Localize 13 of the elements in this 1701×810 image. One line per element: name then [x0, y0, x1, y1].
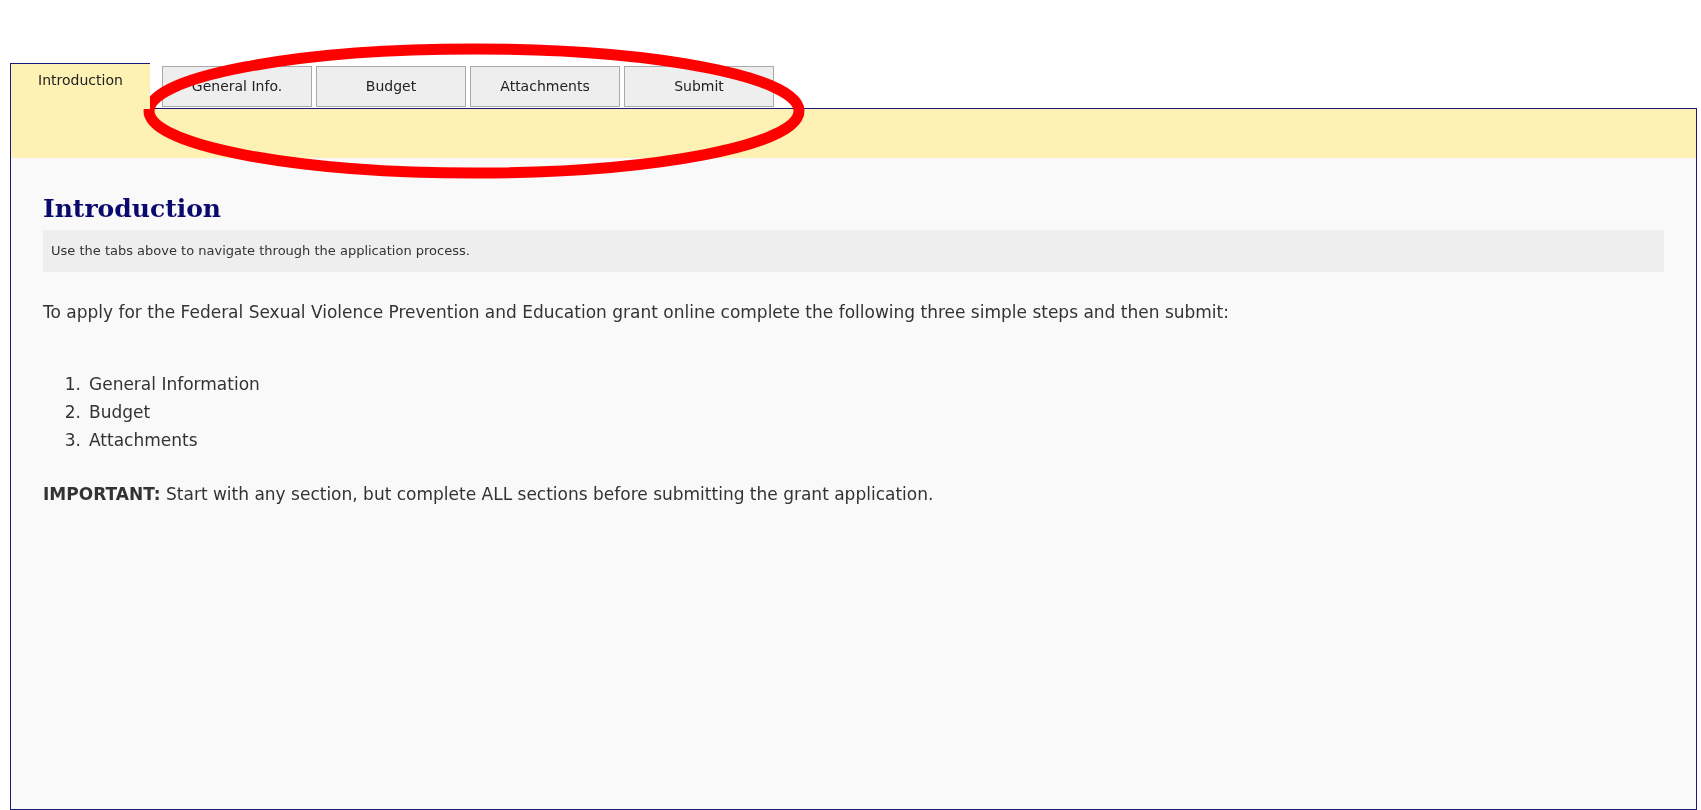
important-note: IMPORTANT: Start with any section, but complete ALL sections before submitting the grant application.: [43, 483, 935, 506]
step-text: Budget: [89, 401, 151, 424]
tab[interactable]: Budget: [316, 66, 466, 107]
step-number: 1.: [63, 373, 82, 396]
step-text: Attachments: [89, 429, 198, 452]
step-number: 3.: [63, 429, 82, 452]
step-text: General Information: [89, 373, 260, 396]
tab[interactable]: Introduction: [10, 63, 150, 109]
section-heading: Introduction: [43, 193, 223, 225]
intro-paragraph: To apply for the Federal Sexual Violence Prevention and Education grant online complete the following three simple steps and then submit:: [43, 301, 1230, 324]
tab[interactable]: Attachments: [470, 66, 620, 107]
hint-text: Use the tabs above to navigate through the application process.: [51, 242, 470, 261]
step-number: 2.: [63, 401, 82, 424]
